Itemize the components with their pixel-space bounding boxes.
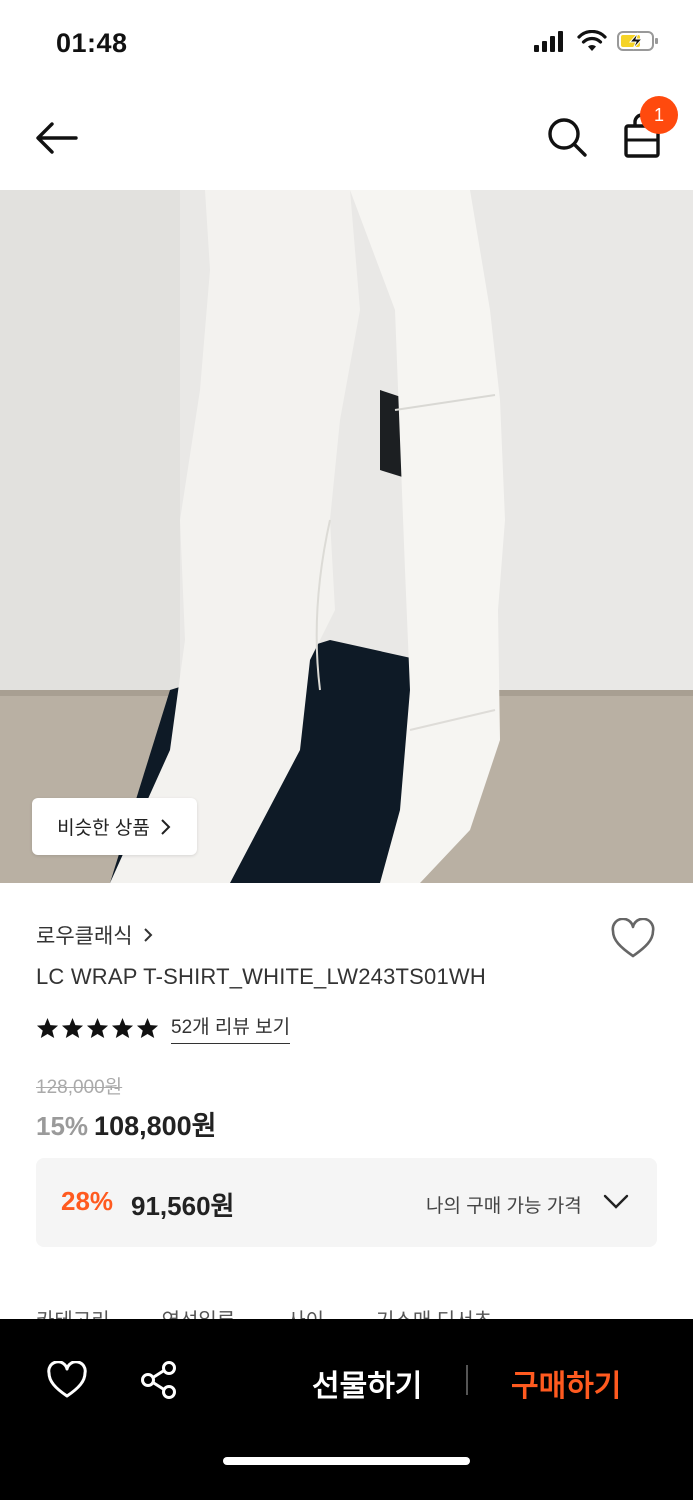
divider [466, 1365, 468, 1395]
similar-products-label: 비슷한 상품 [57, 818, 150, 839]
wifi-icon [577, 30, 607, 51]
share-icon[interactable] [138, 1359, 180, 1401]
discount-rate: 15% [36, 1111, 89, 1141]
similar-products-button[interactable]: 비슷한 상품 [32, 798, 197, 855]
brand-link[interactable]: 로우클래식 [36, 920, 153, 950]
review-link[interactable]: 52개 리뷰 보기 [171, 1012, 291, 1044]
signal-icon [534, 31, 563, 52]
my-price-label: 나의 구매 가능 가격 [426, 1196, 582, 1217]
chevron-right-icon [143, 928, 153, 942]
star-icon [61, 1017, 84, 1039]
battery-charging-icon [617, 31, 658, 51]
gift-button[interactable]: 선물하기 [312, 1361, 422, 1405]
back-arrow-icon[interactable] [30, 116, 82, 160]
chevron-right-icon [161, 818, 171, 835]
rating-row: 52개 리뷰 보기 [36, 1012, 291, 1044]
star-icon [86, 1017, 109, 1039]
product-name: LC WRAP T-SHIRT_WHITE_LW243TS01WH [36, 964, 486, 989]
top-nav-bar: 1 [0, 88, 693, 190]
star-icon [36, 1017, 59, 1039]
status-time: 01:48 [56, 28, 128, 58]
heart-icon[interactable] [46, 1361, 88, 1399]
buy-button[interactable]: 구매하기 [511, 1361, 621, 1405]
rating-stars [36, 1017, 159, 1039]
my-price: 91,560원 [131, 1191, 235, 1221]
sale-price: 108,800원 [94, 1111, 217, 1141]
status-icons [533, 30, 659, 52]
home-indicator [223, 1457, 470, 1465]
my-price-dropdown[interactable]: 28% 91,560원 나의 구매 가능 가격 [36, 1158, 657, 1247]
star-icon [136, 1017, 159, 1039]
status-bar: 01:48 [0, 0, 693, 88]
bottom-action-bar: 선물하기 구매하기 [0, 1319, 693, 1500]
original-price: 128,000원 [36, 1077, 123, 1098]
wishlist-heart-icon[interactable] [610, 918, 656, 960]
my-discount-rate: 28% [61, 1186, 114, 1216]
price-row: 15% 108,800원 [36, 1104, 217, 1143]
brand-name: 로우클래식 [36, 925, 133, 948]
cart-count-badge: 1 [640, 96, 678, 134]
chevron-down-icon [603, 1194, 629, 1209]
star-icon [111, 1017, 134, 1039]
product-image[interactable] [0, 190, 693, 883]
search-icon[interactable] [544, 114, 590, 160]
